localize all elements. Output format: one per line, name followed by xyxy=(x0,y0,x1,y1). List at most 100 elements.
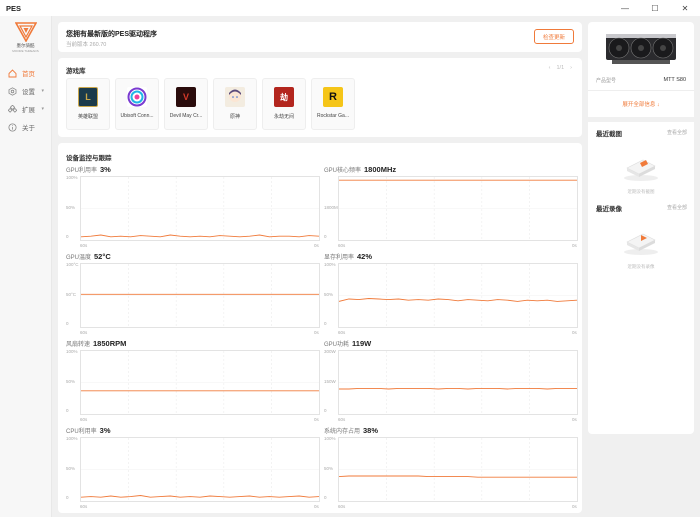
y-axis-tick: 100°C xyxy=(66,262,79,267)
game-tile-ubisoft[interactable]: Ubisoft Conn... xyxy=(115,78,159,130)
chevron-down-icon: ▾ xyxy=(41,106,44,112)
chart-plot-area xyxy=(338,350,578,415)
pager-prev-button[interactable]: ‹ xyxy=(549,65,551,71)
maximize-button[interactable]: ☐ xyxy=(640,0,670,16)
close-button[interactable]: ✕ xyxy=(670,0,700,16)
game-list: L 英雄联盟 Ubisoft Conn... V Devil May Cr...… xyxy=(66,78,355,130)
y-axis-tick: 150W xyxy=(324,379,336,384)
app-title: PES xyxy=(6,3,22,13)
pager-next-button[interactable]: › xyxy=(570,65,572,71)
chart-label: GPU功耗 119W xyxy=(324,339,371,348)
y-axis-tick: 50% xyxy=(66,205,76,210)
chart-label: 风扇转速 1850RPM xyxy=(66,339,126,348)
naraka-icon: 劫 xyxy=(274,87,294,107)
settings-icon xyxy=(8,86,17,96)
chart-metric-value: 119W xyxy=(352,339,372,348)
lol-icon: L xyxy=(78,87,98,107)
chart-series-line xyxy=(81,495,319,498)
sidebar-item-about[interactable]: 关于 xyxy=(0,118,51,136)
monitor-chart: CPU利用率 3% 100% 50% 0 60s 0s xyxy=(66,426,320,511)
chart-plot-area xyxy=(338,176,578,241)
x-axis-start-tick: 60s xyxy=(338,417,346,422)
empty-screenshots-icon xyxy=(624,159,658,181)
current-version: 当前版本 260.70 xyxy=(66,42,107,48)
chart-svg xyxy=(339,351,577,414)
chart-svg xyxy=(339,177,577,240)
minimize-button[interactable]: — xyxy=(610,0,640,16)
game-tile-rockstar[interactable]: R Rockstar Ga... xyxy=(311,78,355,130)
x-axis-start-tick: 60s xyxy=(80,504,88,509)
x-axis-end-tick: 0s xyxy=(314,504,319,509)
game-name: Devil May Cr... xyxy=(169,113,203,119)
y-axis-tick: 50°C xyxy=(66,292,77,297)
sidebar-item-label: 扩展 xyxy=(22,107,35,114)
chart-label: 显存利用率 42% xyxy=(324,252,372,261)
chart-series-line xyxy=(339,298,577,302)
y-axis-tick: 0 xyxy=(324,495,327,500)
logo-sub: MOORE THREADS xyxy=(12,49,39,53)
sidebar-item-settings[interactable]: 设置 ▾ xyxy=(0,82,51,100)
recent-recordings-title: 最近录像 xyxy=(596,206,622,213)
game-library-title: 游戏库 xyxy=(66,68,86,75)
sidebar-item-label: 首页 xyxy=(22,71,35,78)
monitor-chart: GPU利用率 3% 100% 50% 0 60s 0s xyxy=(66,165,320,250)
sidebar-item-extension[interactable]: 扩展 ▾ xyxy=(0,100,51,118)
screenshots-view-all-link[interactable]: 查看全部 xyxy=(667,129,687,136)
divider xyxy=(588,117,694,122)
monitor-chart: 风扇转速 1850RPM 100% 50% 0 60s 0s xyxy=(66,339,320,424)
x-axis-start-tick: 60s xyxy=(338,243,346,248)
monitor-title: 设备监控与跟踪 xyxy=(66,155,112,162)
chart-svg xyxy=(81,264,319,327)
chart-metric-value: 3% xyxy=(99,426,111,435)
chart-label: CPU利用率 3% xyxy=(66,426,111,435)
chart-plot-area xyxy=(80,263,320,328)
chart-plot-area xyxy=(80,176,320,241)
monitor-chart: 显存利用率 42% 100% 50% 0 60s 0s xyxy=(324,252,578,337)
y-axis-tick: 50% xyxy=(66,379,76,384)
chart-svg xyxy=(81,177,319,240)
rockstar-icon: R xyxy=(323,87,343,107)
sidebar-item-home[interactable]: 首页 xyxy=(0,64,51,82)
game-tile-lol[interactable]: L 英雄联盟 xyxy=(66,78,110,130)
model-value: MTT S80 xyxy=(663,77,686,83)
game-tile-naraka[interactable]: 劫 永劫无间 xyxy=(262,78,306,130)
game-tile-dmc[interactable]: V Devil May Cr... xyxy=(164,78,208,130)
logo-mark-icon xyxy=(14,22,37,42)
chart-metric-value: 1850RPM xyxy=(93,339,127,348)
logo: 墨尔骑酷 MOORE THREADS xyxy=(0,16,51,60)
x-axis-end-tick: 0s xyxy=(314,330,319,335)
chart-plot-area xyxy=(80,437,320,502)
extension-icon xyxy=(8,104,17,114)
chart-label: GPU核心频率 1800MHz xyxy=(324,165,396,174)
driver-update-card: 您拥有最新版的PES驱动程序 当前版本 260.70 检查更新 xyxy=(58,22,582,52)
chart-metric-name: GPU功耗 xyxy=(324,342,350,348)
monitor-chart: GPU温度 52°C 100°C 50°C 0 60s 0s xyxy=(66,252,320,337)
chart-svg xyxy=(81,351,319,414)
x-axis-start-tick: 60s xyxy=(338,504,346,509)
device-monitor-card: 设备监控与跟踪 GPU利用率 3% 100% 50% 0 60s 0s GPU核心频率 1800… xyxy=(58,143,582,513)
chart-label: GPU利用率 3% xyxy=(66,165,111,174)
chart-metric-name: 风扇转速 xyxy=(66,342,91,348)
recordings-view-all-link[interactable]: 查看全部 xyxy=(667,204,687,211)
game-library-pager: ‹ 1/1 › xyxy=(549,65,572,71)
chart-label: 系统内存占用 38% xyxy=(324,426,378,435)
chart-svg xyxy=(81,438,319,501)
pager-page-indicator: 1/1 xyxy=(556,65,565,71)
chart-plot-area xyxy=(80,350,320,415)
update-status-title: 您拥有最新版的PES驱动程序 xyxy=(66,31,158,38)
expand-all-info-link[interactable]: 展开全部信息 ↓ xyxy=(588,100,694,108)
empty-screenshots-text: 近期没有截图 xyxy=(627,189,655,194)
check-update-button[interactable]: 检查更新 xyxy=(534,29,574,44)
y-axis-tick: 0 xyxy=(66,495,69,500)
model-label: 产品型号 xyxy=(596,78,617,84)
y-axis-tick: 0 xyxy=(324,321,327,326)
game-tile-genshin[interactable]: 原神 xyxy=(213,78,257,130)
game-name: Rockstar Ga... xyxy=(317,113,349,119)
y-axis-tick: 300W xyxy=(324,349,336,354)
chart-metric-value: 1800MHz xyxy=(364,165,397,174)
title-bar: PES — ☐ ✕ xyxy=(0,0,700,16)
chart-metric-name: 系统内存占用 xyxy=(324,429,361,435)
y-axis-tick: 100% xyxy=(324,436,336,441)
empty-recordings-text: 近期没有录像 xyxy=(627,264,655,269)
x-axis-start-tick: 60s xyxy=(80,243,88,248)
